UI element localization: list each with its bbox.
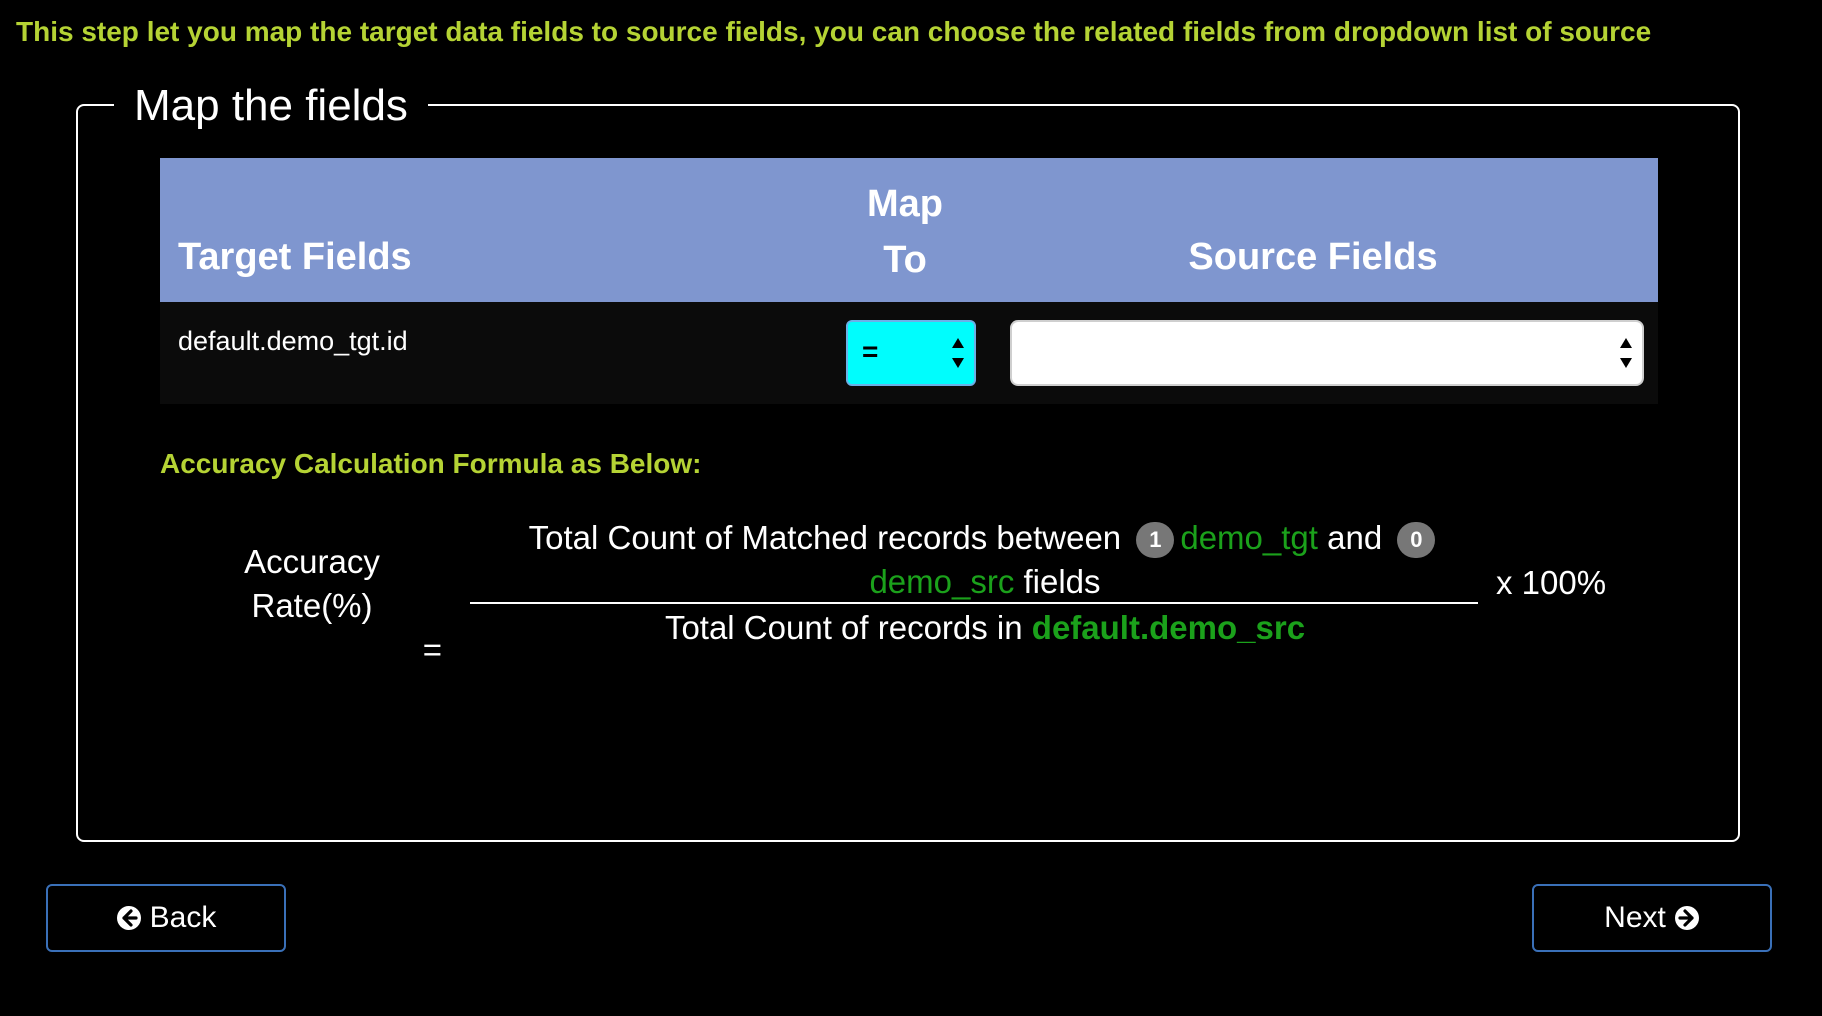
source-field-select[interactable] bbox=[1010, 320, 1644, 386]
header-target-fields: Target Fields bbox=[178, 236, 412, 278]
fraction-line bbox=[470, 602, 1478, 604]
table-header: Target Fields Map To Source Fields bbox=[160, 158, 1658, 302]
multiplier-text: x 100% bbox=[1496, 564, 1607, 601]
fields-text: fields bbox=[1023, 563, 1101, 600]
select-arrows-icon bbox=[952, 338, 964, 370]
header-map-line1: Map bbox=[867, 183, 943, 225]
formula-denominator: Total Count of records in default.demo_s… bbox=[480, 606, 1490, 650]
arrow-circle-left-icon bbox=[116, 906, 141, 930]
header-source-fields: Source Fields bbox=[1188, 236, 1438, 278]
select-arrows-icon bbox=[1620, 338, 1632, 370]
source-table-name: demo_src bbox=[869, 563, 1015, 600]
target-table-name: demo_tgt bbox=[1180, 519, 1318, 556]
denominator-table-name: default.demo_src bbox=[1031, 609, 1306, 646]
back-button-label: Back bbox=[149, 901, 217, 934]
intro-text: This step let you map the target data fi… bbox=[16, 16, 1652, 47]
operator-value: = bbox=[862, 336, 879, 367]
source-count-badge: 0 bbox=[1397, 522, 1436, 559]
equals-sign: = bbox=[422, 631, 442, 668]
next-button[interactable]: Next bbox=[1532, 884, 1772, 952]
operator-select[interactable]: = bbox=[846, 320, 976, 386]
mapping-table: Target Fields Map To Source Fields defau… bbox=[160, 158, 1658, 404]
target-field-name: default.demo_tgt.id bbox=[178, 326, 408, 356]
accuracy-rate-text: Accuracy Rate(%) bbox=[244, 543, 380, 624]
accuracy-rate-label: Accuracy Rate(%) = bbox=[182, 540, 442, 672]
target-count-badge: 1 bbox=[1136, 522, 1175, 559]
arrow-circle-right-icon bbox=[1674, 906, 1699, 930]
header-map-line2: To bbox=[883, 239, 927, 281]
panel-legend: Map the fields bbox=[114, 82, 428, 130]
formula-numerator: Total Count of Matched records between 1… bbox=[480, 516, 1490, 604]
header-map-to: Map To bbox=[830, 176, 980, 288]
next-button-label: Next bbox=[1604, 901, 1666, 934]
numerator-text: Total Count of Matched records between bbox=[528, 519, 1122, 556]
denominator-text: Total Count of records in bbox=[664, 609, 1023, 646]
table-row: default.demo_tgt.id = bbox=[160, 302, 1658, 404]
and-text: and bbox=[1327, 519, 1383, 556]
formula-title: Accuracy Calculation Formula as Below: bbox=[160, 448, 702, 479]
back-button[interactable]: Back bbox=[46, 884, 286, 952]
map-fields-panel: Map the fields Target Fields Map To Sour… bbox=[76, 82, 1740, 842]
